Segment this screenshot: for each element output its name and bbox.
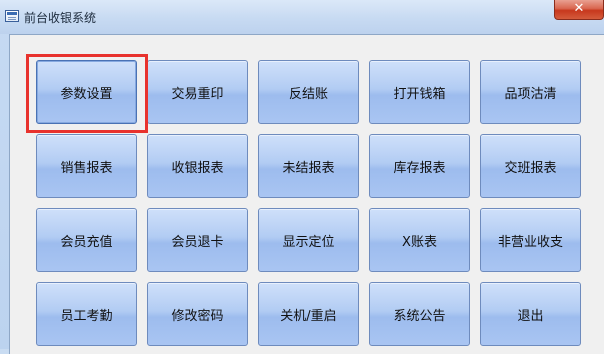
- display-positioning-button[interactable]: 显示定位: [258, 208, 359, 272]
- x-account-report-button[interactable]: X账表: [369, 208, 470, 272]
- window-title: 前台收银系统: [24, 11, 97, 25]
- shift-report-button[interactable]: 交班报表: [480, 134, 581, 198]
- cashier-report-button[interactable]: 收银报表: [147, 134, 248, 198]
- unsettled-report-button[interactable]: 未结报表: [258, 134, 359, 198]
- non-business-income-expense-button[interactable]: 非营业收支: [480, 208, 581, 272]
- system-announcement-button[interactable]: 系统公告: [369, 282, 470, 346]
- exit-button[interactable]: 退出: [480, 282, 581, 346]
- member-recharge-button[interactable]: 会员充值: [36, 208, 137, 272]
- employee-attendance-button[interactable]: 员工考勤: [36, 282, 137, 346]
- item-sold-out-button[interactable]: 品项沽清: [480, 60, 581, 124]
- close-icon[interactable]: ✕: [554, 0, 604, 20]
- reprint-transaction-button[interactable]: 交易重印: [147, 60, 248, 124]
- member-card-refund-button[interactable]: 会员退卡: [147, 208, 248, 272]
- sales-report-button[interactable]: 销售报表: [36, 134, 137, 198]
- shutdown-restart-button[interactable]: 关机/重启: [258, 282, 359, 346]
- title-bar[interactable]: 前台收银系统 ✕: [0, 0, 604, 34]
- change-password-button[interactable]: 修改密码: [147, 282, 248, 346]
- app-window: 前台收银系统 ✕ 参数设置 交易重印 反结账 打开钱箱 品项沽清 销售报表 收银…: [0, 0, 604, 354]
- reverse-checkout-button[interactable]: 反结账: [258, 60, 359, 124]
- app-window-icon: [5, 10, 19, 22]
- open-cash-drawer-button[interactable]: 打开钱箱: [369, 60, 470, 124]
- parameter-settings-button[interactable]: 参数设置: [36, 60, 137, 124]
- inventory-report-button[interactable]: 库存报表: [369, 134, 470, 198]
